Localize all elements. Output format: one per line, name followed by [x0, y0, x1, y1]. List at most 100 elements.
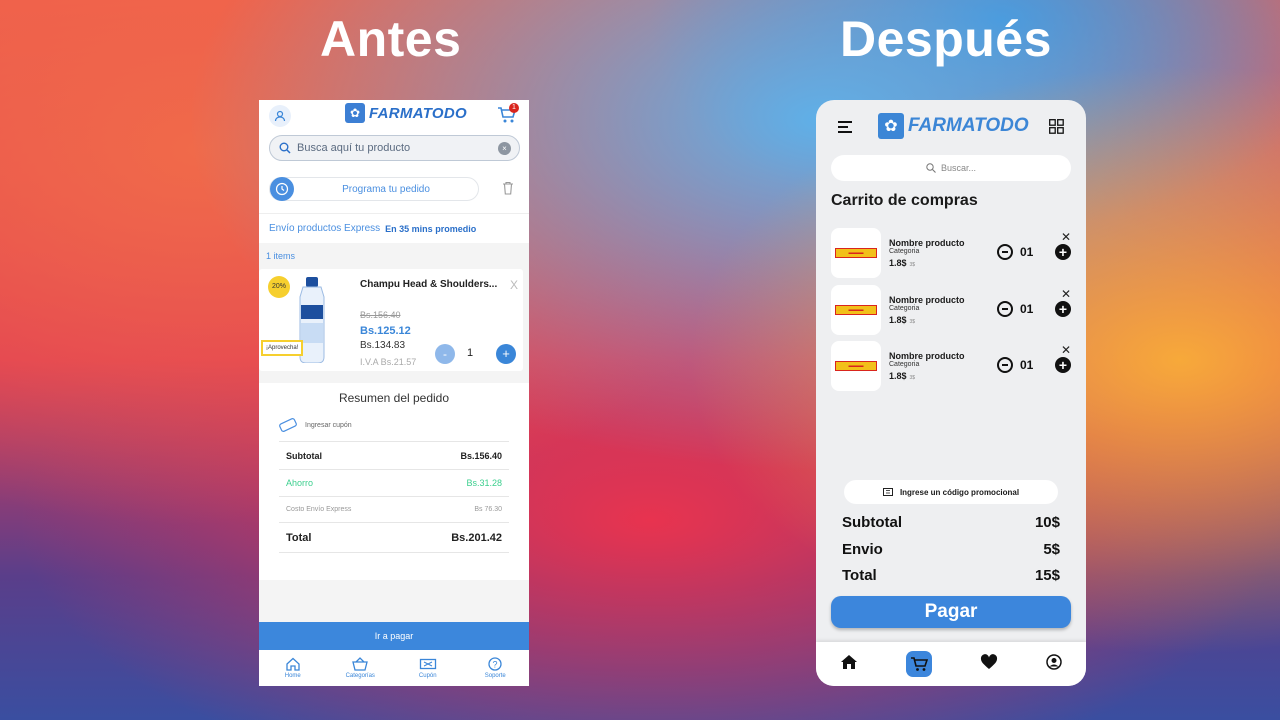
- product-image: ▬▬▬: [831, 285, 881, 335]
- search-placeholder: Busca aquí tu producto: [297, 142, 411, 154]
- after-phone-screen: ✿ FARMATODO Buscar... Carrito de compras…: [816, 100, 1086, 686]
- schedule-order-button[interactable]: Programa tu pedido: [269, 177, 479, 201]
- product-name: Nombre producto: [889, 351, 965, 361]
- decrease-quantity-button[interactable]: [997, 244, 1013, 260]
- price-before-tax: Bs.134.83: [360, 340, 406, 351]
- subtotal-value: 10$: [1034, 514, 1060, 531]
- search-input[interactable]: Buscar...: [831, 155, 1071, 181]
- flower-icon: ✿: [878, 113, 904, 139]
- bottom-nav: Home Categorías Cupón ? Soporte: [259, 650, 529, 686]
- nav-categories[interactable]: Categorías: [330, 657, 390, 679]
- hamburger-menu-icon[interactable]: [838, 120, 852, 138]
- cart-item: ▬▬▬ Nombre producto Categoria 1.8$ 3$ 01 …: [831, 341, 1071, 391]
- nav-support-label: Soporte: [484, 673, 506, 679]
- subtotal-value: Bs.156.40: [460, 450, 502, 461]
- total-row: Total Bs.201.42: [279, 522, 509, 553]
- express-time: En 35 mins promedio: [385, 223, 477, 234]
- cart-icon[interactable]: [906, 651, 932, 677]
- svg-text:?: ?: [493, 660, 498, 670]
- product-price: 1.8$ 3$: [889, 371, 916, 381]
- items-count: 1 items: [266, 251, 296, 261]
- savings-label: Ahorro: [286, 478, 314, 488]
- promo-tag: ¡Aprovecha!: [261, 340, 304, 356]
- clock-icon: [270, 177, 294, 201]
- total-value: 15$: [1034, 567, 1060, 584]
- increase-quantity-button[interactable]: +: [496, 344, 516, 364]
- user-icon[interactable]: [269, 105, 291, 127]
- quantity-value: 01: [1020, 302, 1034, 316]
- product-image: ▬▬▬: [831, 341, 881, 391]
- nav-home[interactable]: Home: [263, 657, 323, 679]
- remove-item-button[interactable]: X: [510, 278, 518, 292]
- ticket-icon: [882, 488, 893, 496]
- increase-quantity-button[interactable]: +: [1055, 357, 1071, 373]
- product-image: ▬▬▬: [831, 228, 881, 278]
- shipping-value: Bs 76.30: [474, 506, 502, 513]
- product-category: Categoria: [889, 305, 920, 312]
- remove-item-button[interactable]: ✕: [1061, 287, 1071, 301]
- discount-badge: 20%: [268, 276, 290, 298]
- savings-row: Ahorro Bs.31.28: [279, 469, 509, 496]
- increase-quantity-button[interactable]: +: [1055, 301, 1071, 317]
- header: ✿ FARMATODO 1 Busca aquí tu producto × P…: [259, 100, 529, 213]
- cart-button[interactable]: 1: [497, 103, 519, 129]
- promo-code-label: Ingrese un código promocional: [899, 487, 1020, 497]
- nav-home-label: Home: [284, 673, 301, 679]
- ticket-icon: [419, 658, 436, 670]
- profile-icon[interactable]: [1046, 653, 1062, 675]
- product-category: Categoria: [889, 248, 920, 255]
- decrease-quantity-button[interactable]: [997, 357, 1013, 373]
- decrease-quantity-button[interactable]: [997, 301, 1013, 317]
- pay-button[interactable]: Pagar: [831, 596, 1071, 628]
- total-row: Total 15$: [842, 567, 1060, 584]
- subtotal-label: Subtotal: [286, 450, 322, 461]
- remove-item-button[interactable]: ✕: [1061, 343, 1071, 357]
- promo-code-button[interactable]: Ingrese un código promocional: [844, 480, 1058, 504]
- checkout-button[interactable]: Ir a pagar: [259, 622, 529, 650]
- tax-amount: I.V.A Bs.21.57: [360, 357, 417, 367]
- coupon-button[interactable]: Ingresar cupón: [279, 418, 352, 432]
- product-name: Champu Head & Shoulders...: [360, 279, 498, 290]
- cart-badge: 1: [509, 103, 519, 113]
- total-label: Total: [286, 531, 312, 544]
- basket-icon: [352, 657, 369, 671]
- bottom-nav: [816, 642, 1086, 686]
- total-value: Bs.201.42: [451, 531, 502, 544]
- schedule-label: Programa tu pedido: [342, 183, 430, 195]
- shipping-row: Costo Envío Express Bs 76.30: [279, 496, 509, 522]
- before-phone-screen: ✿ FARMATODO 1 Busca aquí tu producto × P…: [259, 100, 529, 686]
- logo-text: FARMATODO: [908, 115, 1029, 136]
- subtotal-label: Subtotal: [842, 514, 902, 531]
- search-icon: [279, 142, 291, 154]
- help-icon: ?: [488, 657, 502, 671]
- logo[interactable]: ✿ FARMATODO: [345, 103, 467, 123]
- product-price: 1.8$ 3$: [889, 258, 916, 268]
- quantity-value: 1: [467, 347, 474, 359]
- grid-icon[interactable]: [1049, 119, 1064, 139]
- search-input[interactable]: Busca aquí tu producto ×: [269, 135, 520, 161]
- heart-icon[interactable]: [980, 653, 998, 675]
- nav-categories-label: Categorías: [345, 673, 375, 679]
- product-name: Nombre producto: [889, 295, 965, 305]
- old-price: Bs.156.40: [360, 310, 401, 320]
- logo[interactable]: ✿ FARMATODO: [878, 113, 1029, 139]
- flower-icon: ✿: [345, 103, 365, 123]
- nav-support[interactable]: ? Soporte: [465, 657, 525, 679]
- home-icon[interactable]: [840, 654, 858, 675]
- nav-coupon-label: Cupón: [418, 673, 437, 679]
- remove-item-button[interactable]: ✕: [1061, 230, 1071, 244]
- trash-icon[interactable]: [502, 181, 514, 200]
- product-name: Nombre producto: [889, 238, 965, 248]
- nav-coupon[interactable]: Cupón: [398, 657, 458, 679]
- quantity-value: 01: [1020, 358, 1034, 372]
- cart-item-card: 20% ¡Aprovecha! Champu Head & Shoulders.…: [259, 269, 523, 371]
- decrease-quantity-button[interactable]: -: [435, 344, 455, 364]
- cart-item: ▬▬▬ Nombre producto Categoria 1.8$ 3$ 01 …: [831, 228, 1071, 278]
- total-label: Total: [842, 567, 877, 584]
- order-summary: Resumen del pedido Ingresar cupón Subtot…: [259, 383, 529, 580]
- express-label: Envío productos Express: [269, 223, 381, 234]
- search-placeholder: Buscar...: [940, 163, 976, 173]
- product-category: Categoria: [889, 361, 920, 368]
- clear-search-icon[interactable]: ×: [498, 142, 511, 155]
- increase-quantity-button[interactable]: +: [1055, 244, 1071, 260]
